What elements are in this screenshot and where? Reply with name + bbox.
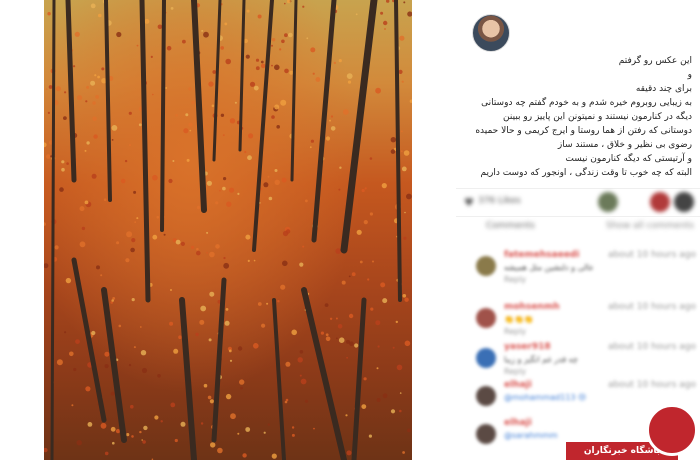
caption-line: و (687, 70, 692, 80)
comment-username[interactable]: elhaji (504, 418, 532, 428)
comment-item: fatemehsaeedi about 10 hours ago عالی و … (476, 250, 700, 290)
post-caption: این عکس رو گرفتم و برای چند دقیقه به زیب… (452, 54, 692, 180)
post-photo[interactable] (44, 0, 412, 460)
comment-reply[interactable]: Reply (504, 367, 526, 376)
commenter-avatar[interactable] (476, 348, 496, 368)
forest-illustration (44, 0, 412, 460)
comment-text: @mohammad113 😢 (504, 393, 587, 402)
comment-item: yaser918 about 10 hours ago چه قدر غم ان… (476, 342, 700, 382)
caption-line: این عکس رو گرفتم (618, 56, 692, 66)
comment-time: about 10 hours ago (607, 380, 696, 390)
likes-row: ♥ 376 Likes (456, 190, 700, 216)
author-avatar[interactable] (472, 14, 510, 52)
caption-line: برای چند دقیقه (635, 84, 692, 94)
comment-username[interactable]: yaser918 (504, 342, 551, 352)
watermark-logo-icon (646, 404, 698, 456)
comment-text: 👏👏👏 (504, 315, 534, 324)
caption-line: البته که چه خوب تا وقت زندگی ، اونجور که… (480, 168, 693, 178)
commenter-avatar[interactable] (476, 308, 496, 328)
show-all-comments-link[interactable]: Show all comments (606, 221, 694, 231)
divider (456, 216, 700, 217)
commenter-avatar[interactable] (476, 256, 496, 276)
comment-time: about 10 hours ago (607, 342, 696, 352)
comment-reply[interactable]: Reply (504, 275, 526, 284)
liker-avatar[interactable] (650, 192, 670, 212)
heart-icon[interactable]: ♥ (464, 196, 474, 209)
comment-item: mohsenmh about 10 hours ago 👏👏👏 Reply (476, 302, 700, 342)
comments-label: Comments (486, 221, 535, 231)
comment-reply[interactable]: Reply (504, 327, 526, 336)
comment-time: about 10 hours ago (607, 250, 696, 260)
liker-avatar[interactable] (674, 192, 694, 212)
comment-text: چه قدر غم انگیز و زیبا (504, 355, 578, 364)
comments-header: Comments Show all comments (456, 218, 700, 236)
caption-line: رضوی بی نظیر و خلاق ، مستند ساز (557, 140, 692, 150)
comment-text: عالی و دلنشین مثل همیشه (504, 263, 594, 272)
commenter-avatar[interactable] (476, 424, 496, 444)
caption-line: دیگه در کنارمون نیستند و نمیتونن این پای… (503, 112, 692, 122)
comment-text: @sarahmmm (504, 431, 558, 440)
comment-username[interactable]: fatemehsaeedi (504, 250, 579, 260)
caption-line: دوستانی که رفتن از هما روستا و ایرج کریم… (475, 126, 692, 136)
comment-username[interactable]: mohsenmh (504, 302, 560, 312)
caption-line: به زیبایی روبروم خیره شدم و به خودم گفتم… (481, 98, 692, 108)
liker-avatar[interactable] (598, 192, 618, 212)
likes-count[interactable]: 376 Likes (478, 196, 521, 206)
commenter-avatar[interactable] (476, 386, 496, 406)
comment-username[interactable]: elhaji (504, 380, 532, 390)
caption-line: و آرتیستی که دیگه کنارمون نیست (565, 154, 692, 164)
comment-time: about 10 hours ago (607, 302, 696, 312)
divider (456, 188, 700, 189)
